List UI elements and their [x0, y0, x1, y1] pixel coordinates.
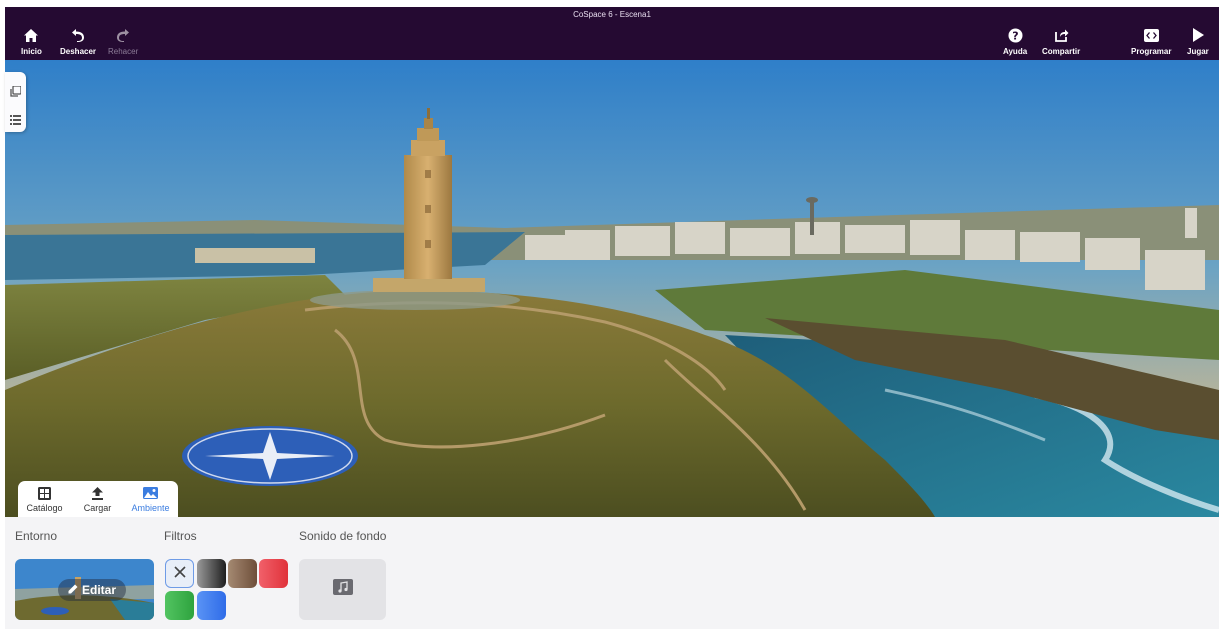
- play-label: Jugar: [1187, 47, 1209, 56]
- tab-environment-label: Ambiente: [131, 503, 170, 513]
- edit-label: Editar: [81, 583, 116, 597]
- filter-none[interactable]: [165, 559, 194, 588]
- code-button[interactable]: Programar: [1131, 27, 1171, 56]
- environment-panel: Entorno Filtros Sonido de fondo Editar: [5, 517, 1219, 629]
- environment-panorama: [5, 60, 1219, 517]
- background-sound-button[interactable]: [299, 559, 386, 620]
- top-toolbar: CoSpace 6 - Escena1 Inicio Deshacer Reha…: [5, 7, 1219, 60]
- undo-icon: [71, 27, 85, 43]
- share-icon: [1054, 27, 1069, 43]
- filter-red[interactable]: [259, 559, 288, 588]
- music-note-icon: [332, 579, 353, 600]
- list-icon[interactable]: [10, 112, 21, 130]
- help-label: Ayuda: [1003, 47, 1028, 56]
- layers-icon[interactable]: [10, 84, 22, 102]
- undo-label: Deshacer: [60, 47, 97, 56]
- upload-icon: [92, 486, 103, 500]
- close-icon: [173, 565, 186, 583]
- tab-upload[interactable]: Cargar: [71, 481, 124, 517]
- scene-viewport[interactable]: [5, 60, 1219, 517]
- undo-button[interactable]: Deshacer: [60, 27, 96, 56]
- bottom-tabs: Catálogo Cargar Ambiente: [18, 481, 178, 517]
- environment-thumbnail[interactable]: Editar: [15, 559, 154, 620]
- environment-section-label: Entorno: [15, 529, 58, 543]
- tab-catalog-label: Catálogo: [26, 503, 63, 513]
- share-label: Compartir: [1042, 47, 1081, 56]
- landscape-icon: [143, 486, 158, 500]
- play-button[interactable]: Jugar: [1187, 27, 1209, 56]
- code-label: Programar: [1131, 47, 1172, 56]
- edit-environment-button[interactable]: Editar: [58, 579, 126, 601]
- home-button[interactable]: Inicio: [21, 27, 42, 56]
- tab-environment[interactable]: Ambiente: [124, 481, 177, 517]
- help-icon: ?: [1008, 27, 1023, 43]
- filters-section-label: Filtros: [164, 529, 197, 543]
- window-title: CoSpace 6 - Escena1: [573, 10, 651, 19]
- redo-button[interactable]: Rehacer: [108, 27, 138, 56]
- share-button[interactable]: Compartir: [1042, 27, 1080, 56]
- redo-label: Rehacer: [108, 47, 139, 56]
- help-button[interactable]: ? Ayuda: [1003, 27, 1027, 56]
- filter-sepia[interactable]: [228, 559, 257, 588]
- filter-blue[interactable]: [197, 591, 226, 620]
- home-icon: [24, 27, 39, 43]
- filter-black-white[interactable]: [197, 559, 226, 588]
- sound-section-label: Sonido de fondo: [299, 529, 387, 543]
- play-icon: [1192, 27, 1204, 43]
- svg-text:?: ?: [1012, 29, 1018, 42]
- side-panel: [5, 72, 26, 132]
- tab-upload-label: Cargar: [83, 503, 112, 513]
- tab-catalog[interactable]: Catálogo: [18, 481, 71, 517]
- pencil-icon: [68, 583, 78, 597]
- filter-green[interactable]: [165, 591, 194, 620]
- code-icon: [1143, 27, 1159, 43]
- redo-icon: [116, 27, 130, 43]
- home-label: Inicio: [21, 47, 42, 56]
- grid-icon: [38, 486, 51, 500]
